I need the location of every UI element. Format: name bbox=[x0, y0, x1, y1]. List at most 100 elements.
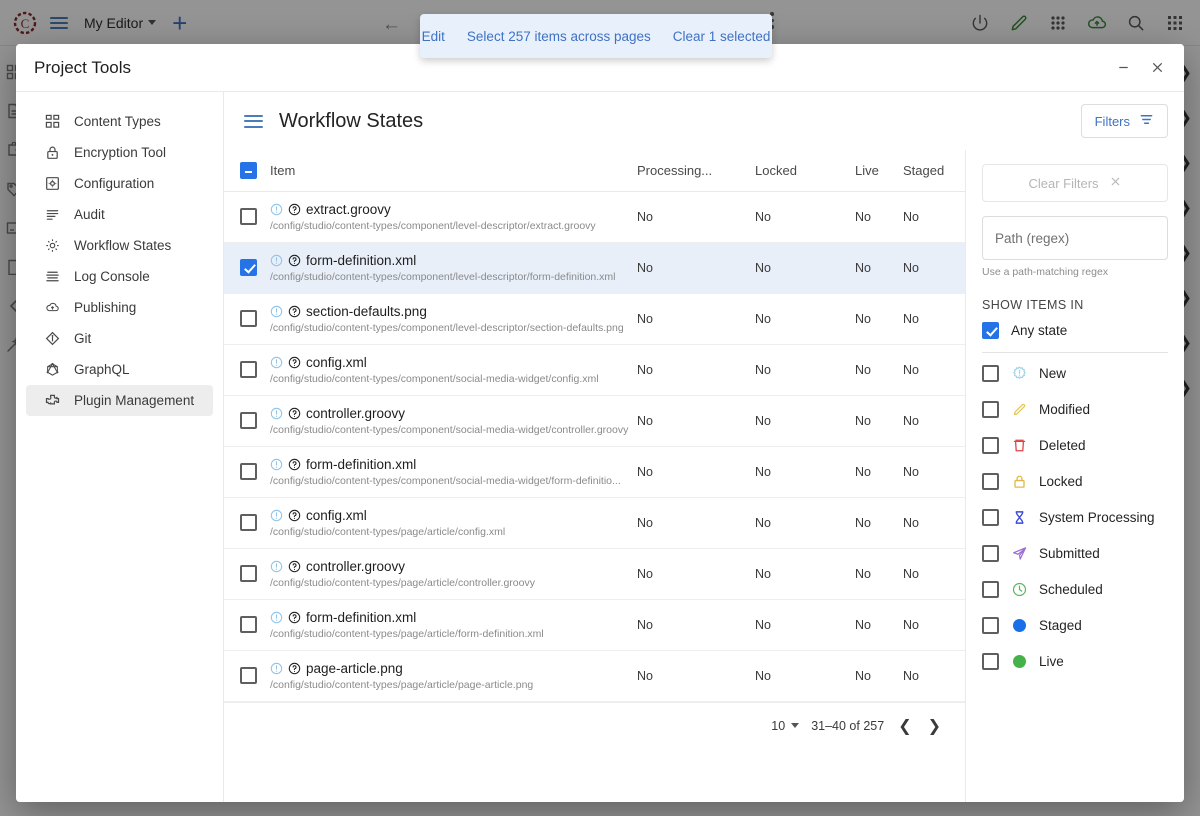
row-checkbox[interactable] bbox=[240, 412, 257, 430]
sidebar-item-git[interactable]: Git bbox=[26, 323, 213, 354]
clear-filters-button[interactable]: Clear Filters bbox=[982, 164, 1168, 202]
select-all-across-pages-button[interactable]: Select 257 items across pages bbox=[467, 29, 651, 44]
info-circle-icon[interactable] bbox=[270, 560, 283, 573]
state-filter-checkbox[interactable] bbox=[982, 472, 999, 490]
sidebar-item-configuration[interactable]: Configuration bbox=[26, 168, 213, 199]
state-filter-modified[interactable]: Modified bbox=[982, 391, 1168, 427]
select-all-checkbox[interactable] bbox=[240, 162, 257, 180]
path-regex-input[interactable] bbox=[982, 216, 1168, 260]
table-row[interactable]: config.xml/config/studio/content-types/p… bbox=[224, 497, 965, 550]
sidebar-item-encryption-tool[interactable]: Encryption Tool bbox=[26, 137, 213, 168]
state-filter-any-state[interactable]: Any state bbox=[982, 312, 1168, 348]
state-filter-new[interactable]: New bbox=[982, 355, 1168, 391]
close-button[interactable] bbox=[1140, 51, 1174, 85]
row-checkbox[interactable] bbox=[240, 361, 257, 379]
minimize-button[interactable] bbox=[1106, 51, 1140, 85]
item-name-label[interactable]: form-definition.xml bbox=[306, 457, 416, 472]
table-row[interactable]: page-article.png/config/studio/content-t… bbox=[224, 650, 965, 703]
column-header-processing[interactable]: Processing... bbox=[637, 150, 755, 193]
row-checkbox[interactable] bbox=[240, 208, 257, 226]
state-filter-scheduled[interactable]: Scheduled bbox=[982, 571, 1168, 607]
row-checkbox[interactable] bbox=[240, 259, 257, 277]
item-name-label[interactable]: controller.groovy bbox=[306, 559, 405, 574]
prev-page-button[interactable]: ❮ bbox=[896, 716, 913, 736]
info-circle-icon[interactable] bbox=[270, 203, 283, 216]
sidebar-item-graphql[interactable]: GraphQL bbox=[26, 354, 213, 385]
info-circle-icon[interactable] bbox=[270, 254, 283, 267]
column-header-locked[interactable]: Locked bbox=[755, 150, 855, 193]
help-circle-icon[interactable] bbox=[288, 305, 301, 318]
row-checkbox[interactable] bbox=[240, 463, 257, 481]
state-filter-deleted[interactable]: Deleted bbox=[982, 427, 1168, 463]
item-name-label[interactable]: config.xml bbox=[306, 508, 367, 523]
item-name-label[interactable]: form-definition.xml bbox=[306, 610, 416, 625]
column-header-live[interactable]: Live bbox=[855, 150, 903, 193]
state-filter-checkbox[interactable] bbox=[982, 400, 999, 418]
info-circle-icon[interactable] bbox=[270, 509, 283, 522]
info-circle-icon[interactable] bbox=[270, 407, 283, 420]
info-circle-icon[interactable] bbox=[270, 662, 283, 675]
info-circle-icon[interactable] bbox=[270, 611, 283, 624]
help-circle-icon[interactable] bbox=[288, 662, 301, 675]
state-filter-checkbox[interactable] bbox=[982, 436, 999, 454]
row-checkbox[interactable] bbox=[240, 565, 257, 583]
state-filter-checkbox[interactable] bbox=[982, 544, 999, 562]
filters-button[interactable]: Filters bbox=[1080, 104, 1168, 138]
clear-selection-button[interactable]: Clear 1 selected bbox=[673, 29, 771, 44]
column-header-staged[interactable]: Staged bbox=[903, 150, 965, 193]
info-circle-icon[interactable] bbox=[270, 458, 283, 471]
item-name-label[interactable]: config.xml bbox=[306, 355, 367, 370]
info-circle-icon[interactable] bbox=[270, 356, 283, 369]
help-circle-icon[interactable] bbox=[288, 509, 301, 522]
table-row[interactable]: controller.groovy/config/studio/content-… bbox=[224, 548, 965, 601]
state-filter-checkbox[interactable] bbox=[982, 652, 999, 670]
row-checkbox[interactable] bbox=[240, 667, 257, 685]
table-row[interactable]: config.xml/config/studio/content-types/c… bbox=[224, 344, 965, 397]
state-filter-label: Locked bbox=[1039, 473, 1083, 489]
locked-cell: No bbox=[755, 293, 855, 346]
help-circle-icon[interactable] bbox=[288, 407, 301, 420]
table-row[interactable]: extract.groovy/config/studio/content-typ… bbox=[224, 191, 965, 244]
item-name-label[interactable]: controller.groovy bbox=[306, 406, 405, 421]
help-circle-icon[interactable] bbox=[288, 254, 301, 267]
help-circle-icon[interactable] bbox=[288, 356, 301, 369]
state-filter-checkbox[interactable] bbox=[982, 616, 999, 634]
sidebar-item-publishing[interactable]: Publishing bbox=[26, 292, 213, 323]
hamburger-icon[interactable] bbox=[244, 114, 263, 128]
rows-per-page-select[interactable]: 10 bbox=[771, 719, 800, 733]
item-name-label[interactable]: extract.groovy bbox=[306, 202, 391, 217]
info-circle-icon[interactable] bbox=[270, 305, 283, 318]
row-checkbox[interactable] bbox=[240, 310, 257, 328]
item-name-label[interactable]: section-defaults.png bbox=[306, 304, 427, 319]
item-name-label[interactable]: page-article.png bbox=[306, 661, 403, 676]
sidebar-item-audit[interactable]: Audit bbox=[26, 199, 213, 230]
table-row[interactable]: form-definition.xml/config/studio/conten… bbox=[224, 446, 965, 499]
state-filter-live[interactable]: Live bbox=[982, 643, 1168, 679]
column-header-item[interactable]: Item bbox=[270, 150, 637, 193]
table-row[interactable]: section-defaults.png/config/studio/conte… bbox=[224, 293, 965, 346]
row-checkbox[interactable] bbox=[240, 616, 257, 634]
item-name-label[interactable]: form-definition.xml bbox=[306, 253, 416, 268]
sidebar-item-workflow-states[interactable]: Workflow States bbox=[26, 230, 213, 261]
row-checkbox[interactable] bbox=[240, 514, 257, 532]
help-circle-icon[interactable] bbox=[288, 203, 301, 216]
sidebar-item-plugin-management[interactable]: Plugin Management bbox=[26, 385, 213, 416]
state-filter-checkbox[interactable] bbox=[982, 508, 999, 526]
table-row[interactable]: form-definition.xml/config/studio/conten… bbox=[224, 242, 965, 295]
state-filter-checkbox[interactable] bbox=[982, 364, 999, 382]
table-row[interactable]: form-definition.xml/config/studio/conten… bbox=[224, 599, 965, 652]
next-page-button[interactable]: ❯ bbox=[926, 716, 943, 736]
state-filter-system-processing[interactable]: System Processing bbox=[982, 499, 1168, 535]
table-row[interactable]: controller.groovy/config/studio/content-… bbox=[224, 395, 965, 448]
help-circle-icon[interactable] bbox=[288, 611, 301, 624]
help-circle-icon[interactable] bbox=[288, 458, 301, 471]
state-filter-checkbox[interactable] bbox=[982, 321, 999, 339]
sidebar-item-log-console[interactable]: Log Console bbox=[26, 261, 213, 292]
state-filter-staged[interactable]: Staged bbox=[982, 607, 1168, 643]
bulk-edit-button[interactable]: Edit bbox=[422, 29, 445, 44]
state-filter-submitted[interactable]: Submitted bbox=[982, 535, 1168, 571]
sidebar-item-content-types[interactable]: Content Types bbox=[26, 106, 213, 137]
state-filter-locked[interactable]: Locked bbox=[982, 463, 1168, 499]
help-circle-icon[interactable] bbox=[288, 560, 301, 573]
state-filter-checkbox[interactable] bbox=[982, 580, 999, 598]
